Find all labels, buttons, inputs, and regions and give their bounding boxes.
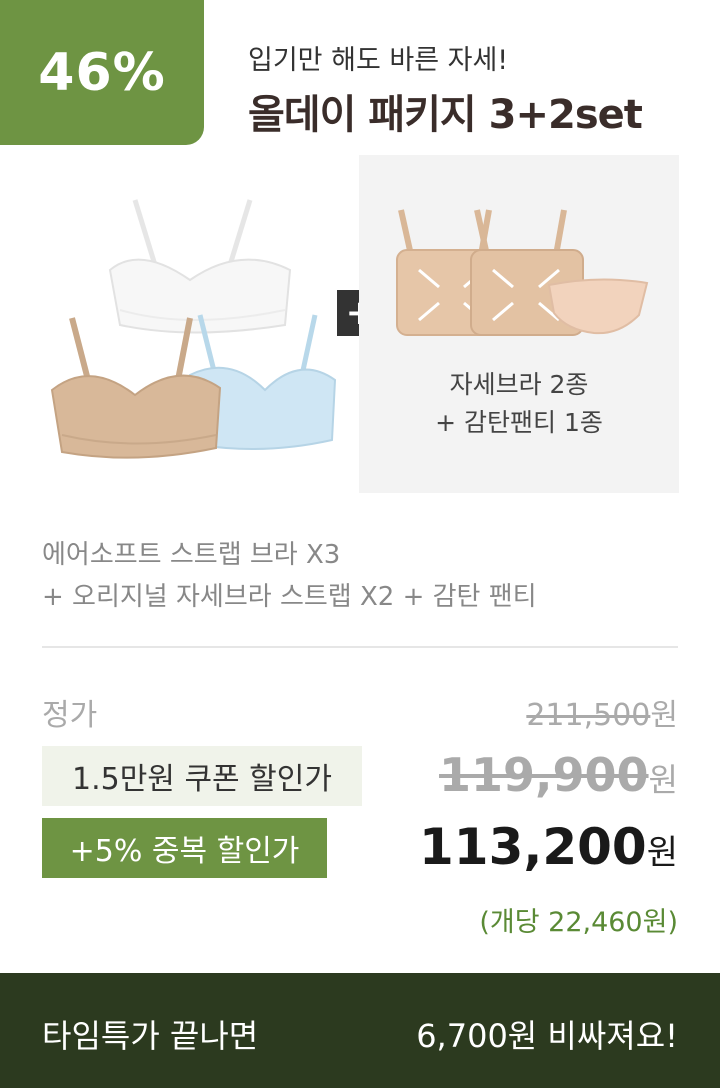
beige-bra-image bbox=[50, 317, 222, 459]
final-price-currency: 원 bbox=[646, 833, 678, 873]
bra-set-image bbox=[50, 199, 337, 459]
regular-price-label: 정가 bbox=[42, 698, 98, 733]
regular-price-value: 211,500 bbox=[526, 698, 651, 733]
coupon-discount-label: 1.5만원 쿠폰 할인가 bbox=[72, 762, 332, 797]
time-sale-text: 타임특가 끝나면 bbox=[42, 1017, 259, 1055]
final-price-value: 113,200 bbox=[418, 818, 647, 876]
final-price: 113,200원 bbox=[419, 818, 678, 876]
bonus-product-line1: 자세브라 2종 bbox=[449, 370, 589, 399]
bonus-product-panel: 자세브라 2종 + 감탄팬티 1종 bbox=[359, 155, 679, 493]
discount-badge: 46% bbox=[0, 0, 204, 145]
bonus-product-line2: + 감탄팬티 1종 bbox=[435, 408, 603, 437]
product-subtitle: 입기만 해도 바른 자세! bbox=[248, 45, 509, 76]
time-sale-banner[interactable]: 타임특가 끝나면 6,700원 비싸져요! bbox=[0, 973, 720, 1088]
white-bra-image bbox=[108, 199, 292, 334]
product-title: 올데이 패키지 3+2set bbox=[248, 92, 643, 138]
description-line2: + 오리지널 자세브라 스트랩 X2 + 감탄 팬티 bbox=[42, 582, 537, 612]
extra-discount-label: +5% 중복 할인가 bbox=[69, 834, 300, 869]
extra-discount-chip: +5% 중복 할인가 bbox=[42, 818, 327, 878]
coupon-discount-chip: 1.5만원 쿠폰 할인가 bbox=[42, 746, 362, 806]
description-line1: 에어소프트 스트랩 브라 X3 bbox=[42, 540, 341, 570]
per-unit-price: (개당 22,460원) bbox=[479, 907, 678, 938]
discount-percent: 46% bbox=[38, 42, 166, 103]
coupon-price-value: 119,900 bbox=[439, 748, 649, 802]
regular-price-currency: 원 bbox=[650, 698, 678, 733]
posture-bra-panty-image bbox=[396, 209, 649, 336]
coupon-price-currency: 원 bbox=[648, 761, 678, 799]
price-increase-text: 6,700원 비싸져요! bbox=[416, 1017, 678, 1055]
divider bbox=[42, 646, 678, 648]
coupon-price: 119,900원 bbox=[439, 748, 678, 802]
regular-price: 211,500원 bbox=[526, 690, 678, 734]
